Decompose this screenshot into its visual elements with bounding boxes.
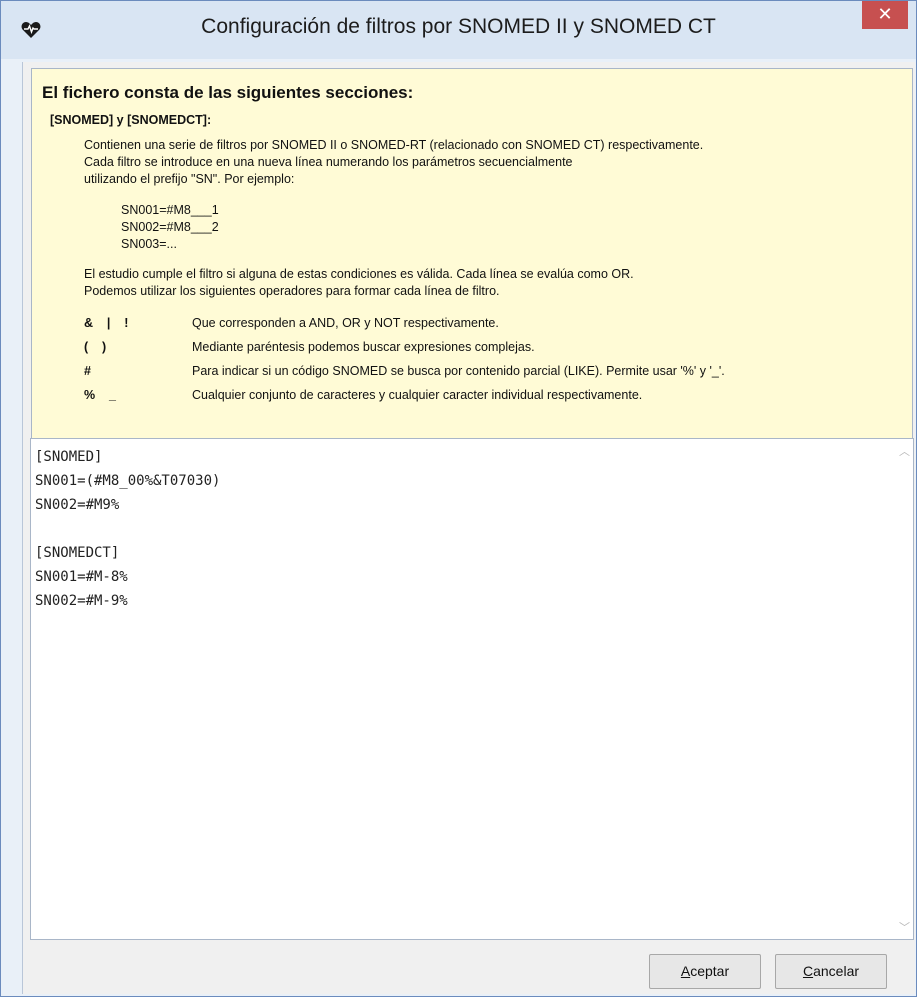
cancel-button[interactable]: Cancelar [775, 954, 887, 989]
accept-mnemonic: A [680, 963, 691, 979]
intro-line: Contienen una serie de filtros por SNOME… [84, 138, 704, 152]
operator-symbol: & | ! [84, 316, 129, 330]
example-line: SN001=#M8___1 [121, 203, 219, 217]
window-title: Configuración de filtros por SNOMED II y… [201, 15, 716, 38]
title-bar[interactable]: Configuración de filtros por SNOMED II y… [1, 1, 916, 59]
operator-description: Para indicar si un código SNOMED se busc… [192, 364, 725, 378]
operator-description: Cualquier conjunto de caracteres y cualq… [192, 388, 643, 402]
example-line: SN003=... [121, 237, 177, 251]
help-heading: El fichero consta de las siguientes secc… [42, 83, 414, 102]
editor-line: SN001=(#M8_00%&T07030) [35, 473, 221, 489]
editor-line: [SNOMED] [35, 449, 103, 465]
dialog-body: El fichero consta de las siguientes secc… [22, 62, 915, 994]
vertical-scrollbar[interactable]: ︿ ﹀ [896, 439, 913, 939]
cancel-mnemonic: C [802, 963, 814, 979]
section-heading: [SNOMED] y [SNOMEDCT]: [50, 113, 212, 127]
close-icon: ✕ [877, 4, 893, 25]
rule-line: Podemos utilizar los siguientes operador… [84, 284, 500, 298]
chevron-up-icon[interactable]: ︿ [896, 443, 913, 459]
close-button[interactable]: ✕ [862, 1, 908, 29]
dialog-window: Configuración de filtros por SNOMED II y… [0, 0, 917, 997]
editor-line: [SNOMEDCT] [35, 545, 120, 561]
operator-symbol: % _ [84, 388, 116, 402]
editor-line: SN002=#M-9% [35, 593, 128, 609]
editor-text[interactable]: [SNOMED] SN001=(#M8_00%&T07030) SN002=#M9%… [35, 445, 220, 613]
operator-description: Que corresponden a AND, OR y NOT respect… [192, 316, 499, 330]
accept-label: ceptar [690, 963, 730, 979]
editor-line: SN001=#M-8% [35, 569, 128, 585]
operator-symbol: ( ) [84, 340, 107, 354]
help-panel: El fichero consta de las siguientes secc… [31, 68, 913, 440]
intro-line: Cada filtro se introduce en una nueva lí… [84, 155, 573, 169]
accept-button[interactable]: Aceptar [649, 954, 761, 989]
operator-description: Mediante paréntesis podemos buscar expre… [192, 340, 535, 354]
cancel-label: ancelar [813, 963, 860, 979]
operator-symbol: # [84, 364, 91, 378]
filter-editor[interactable]: [SNOMED] SN001=(#M8_00%&T07030) SN002=#M9%… [30, 438, 914, 940]
chevron-down-icon[interactable]: ﹀ [896, 919, 913, 935]
rule-line: El estudio cumple el filtro si alguna de… [84, 267, 634, 281]
intro-line: utilizando el prefijo "SN". Por ejemplo: [84, 172, 295, 186]
example-line: SN002=#M8___2 [121, 220, 219, 234]
editor-line: SN002=#M9% [35, 497, 120, 513]
